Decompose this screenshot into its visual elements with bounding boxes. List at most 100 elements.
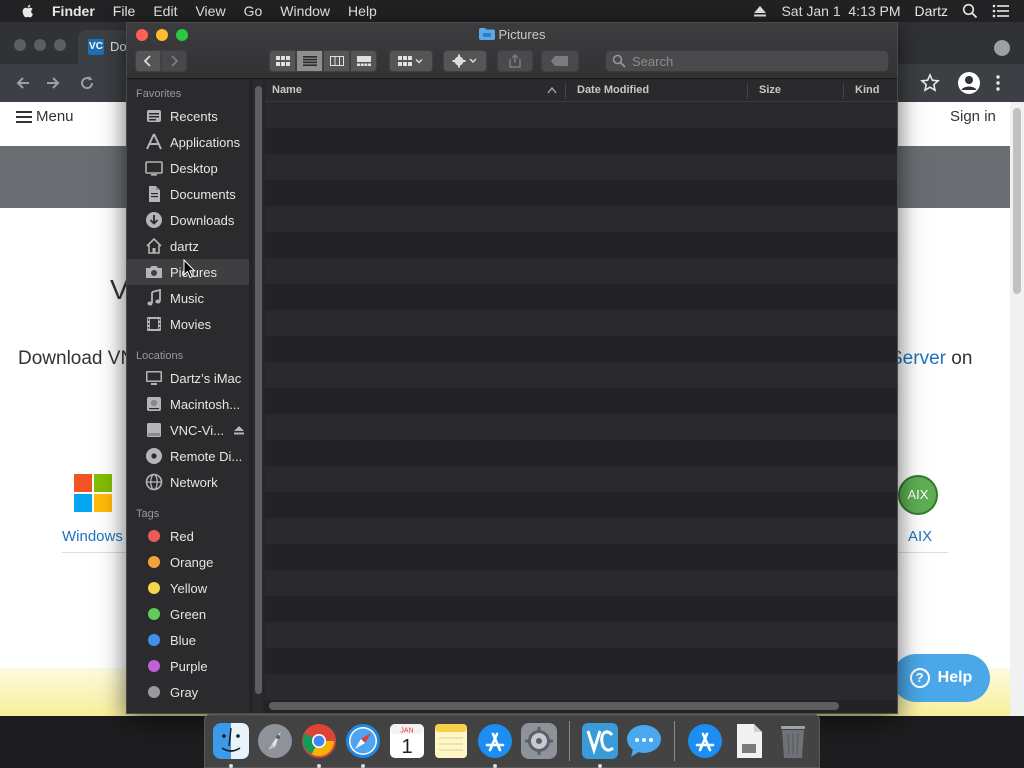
search-input[interactable] xyxy=(632,53,882,69)
site-menu-button[interactable]: Menu xyxy=(16,108,74,125)
dock-notes[interactable] xyxy=(431,721,471,761)
sidebar-item-imac[interactable]: Dartz’s iMac xyxy=(127,365,249,391)
windows-link[interactable]: Windows xyxy=(62,528,123,545)
sidebar-scrollbar[interactable] xyxy=(253,80,263,713)
notification-center-icon[interactable] xyxy=(992,4,1010,18)
locations-header: Locations xyxy=(136,350,184,362)
menu-file[interactable]: File xyxy=(113,0,136,22)
search-field[interactable] xyxy=(605,50,889,72)
group-by-button[interactable] xyxy=(389,50,433,72)
close-window-dot[interactable] xyxy=(14,39,26,51)
dock-safari[interactable] xyxy=(343,721,383,768)
dock-calendar[interactable]: JAN 1 xyxy=(387,721,427,761)
sidebar-item-pictures[interactable]: Pictures xyxy=(127,259,249,285)
dock-launchpad[interactable] xyxy=(255,721,295,761)
dock-document[interactable] xyxy=(729,721,769,761)
forward-button[interactable] xyxy=(161,50,187,72)
share-button[interactable] xyxy=(497,50,533,72)
icon-view-button[interactable] xyxy=(269,50,296,72)
sidebar-scrollbar-thumb[interactable] xyxy=(255,86,262,694)
sidebar-item-recents[interactable]: Recents xyxy=(127,103,249,129)
column-header-date-modified[interactable]: Date Modified xyxy=(577,84,649,96)
dock-vnc-viewer[interactable] xyxy=(580,721,620,768)
calendar-icon: JAN1 xyxy=(390,724,424,758)
reload-icon[interactable] xyxy=(78,74,96,92)
sidebar-item-remote-disc[interactable]: Remote Di... xyxy=(127,443,249,469)
bookmark-star-icon[interactable] xyxy=(920,73,940,93)
calendar-month: JAN xyxy=(400,728,413,735)
dock-chrome[interactable] xyxy=(299,721,339,768)
sidebar-item-vnc-viewer-volume[interactable]: VNC-Vi... xyxy=(127,417,249,443)
column-divider[interactable] xyxy=(565,83,566,99)
sort-ascending-icon[interactable] xyxy=(547,86,557,94)
browser-menu-icon[interactable] xyxy=(996,74,1000,92)
dock-app-store-downloads[interactable] xyxy=(685,721,725,761)
menu-bar: Finder File Edit View Go Window Help Sat… xyxy=(0,0,1024,22)
column-view-button[interactable] xyxy=(323,50,350,72)
sidebar-item-macintosh-hd[interactable]: Macintosh... xyxy=(127,391,249,417)
menu-help[interactable]: Help xyxy=(348,0,377,22)
sidebar-tag-yellow[interactable]: Yellow xyxy=(127,575,249,601)
sidebar-tag-orange[interactable]: Orange xyxy=(127,549,249,575)
horizontal-scrollbar[interactable] xyxy=(269,702,839,710)
aix-link[interactable]: AIX xyxy=(908,528,932,545)
file-list[interactable]: Name Date Modified Size Kind xyxy=(265,80,897,713)
back-arrow-icon[interactable] xyxy=(14,74,32,92)
help-button[interactable]: ? Help xyxy=(892,654,990,702)
sidebar-item-label: Orange xyxy=(170,554,214,570)
sidebar-item-applications[interactable]: Applications xyxy=(127,129,249,155)
sidebar-tag-blue[interactable]: Blue xyxy=(127,627,249,653)
zoom-window-dot[interactable] xyxy=(54,39,66,51)
menu-view[interactable]: View xyxy=(195,0,225,22)
eject-icon[interactable] xyxy=(233,425,244,435)
profile-avatar-icon[interactable] xyxy=(958,72,980,94)
forward-arrow-icon[interactable] xyxy=(44,74,62,92)
sidebar-item-movies[interactable]: Movies xyxy=(127,311,249,337)
scrollbar-thumb[interactable] xyxy=(1013,108,1021,294)
browser-scrollbar[interactable] xyxy=(1010,102,1024,716)
sign-in-link[interactable]: Sign in xyxy=(950,108,996,125)
sidebar-tag-gray[interactable]: Gray xyxy=(127,679,249,705)
gallery-view-button[interactable] xyxy=(350,50,377,72)
sidebar-item-home[interactable]: dartz xyxy=(127,233,249,259)
back-button[interactable] xyxy=(135,50,161,72)
sidebar-tag-green[interactable]: Green xyxy=(127,601,249,627)
sidebar-item-music[interactable]: Music xyxy=(127,285,249,311)
apple-menu-icon[interactable] xyxy=(20,3,36,19)
eject-icon[interactable] xyxy=(753,5,767,17)
column-divider[interactable] xyxy=(747,83,748,99)
sidebar-item-desktop[interactable]: Desktop xyxy=(127,155,249,181)
column-header-name[interactable]: Name xyxy=(272,84,302,96)
minimize-window-dot[interactable] xyxy=(34,39,46,51)
menu-window[interactable]: Window xyxy=(280,0,330,22)
menu-app-name[interactable]: Finder xyxy=(52,0,95,22)
dock-app-store[interactable] xyxy=(475,721,515,768)
action-button[interactable] xyxy=(443,50,487,72)
menubar-user[interactable]: Dartz xyxy=(915,3,948,19)
edit-tags-button[interactable] xyxy=(541,50,579,72)
server-link[interactable]: Server xyxy=(890,348,946,369)
sidebar-item-downloads[interactable]: Downloads xyxy=(127,207,249,233)
column-divider[interactable] xyxy=(843,83,844,99)
dock-system-preferences[interactable] xyxy=(519,721,559,761)
sidebar-item-network[interactable]: Network xyxy=(127,469,249,495)
column-header-size[interactable]: Size xyxy=(759,84,781,96)
tab-search-icon[interactable] xyxy=(994,40,1010,56)
menubar-clock[interactable]: Sat Jan 1 4:13 PM xyxy=(781,3,900,19)
hamburger-icon xyxy=(16,110,32,123)
dock-messages[interactable] xyxy=(624,721,664,761)
list-view-button[interactable] xyxy=(296,50,323,72)
menu-edit[interactable]: Edit xyxy=(153,0,177,22)
sidebar-tag-red[interactable]: Red xyxy=(127,523,249,549)
menu-go[interactable]: Go xyxy=(244,0,263,22)
sidebar-item-label: Recents xyxy=(170,108,218,124)
column-header-kind[interactable]: Kind xyxy=(855,84,879,96)
dock-trash[interactable] xyxy=(773,721,813,761)
sidebar-tag-purple[interactable]: Purple xyxy=(127,653,249,679)
sidebar-item-documents[interactable]: Documents xyxy=(127,181,249,207)
spotlight-icon[interactable] xyxy=(962,3,978,19)
gear-icon xyxy=(452,54,477,68)
windows-logo-icon[interactable] xyxy=(74,474,112,512)
dock-finder[interactable] xyxy=(211,721,251,768)
aix-logo-icon[interactable]: AIX xyxy=(898,475,938,515)
